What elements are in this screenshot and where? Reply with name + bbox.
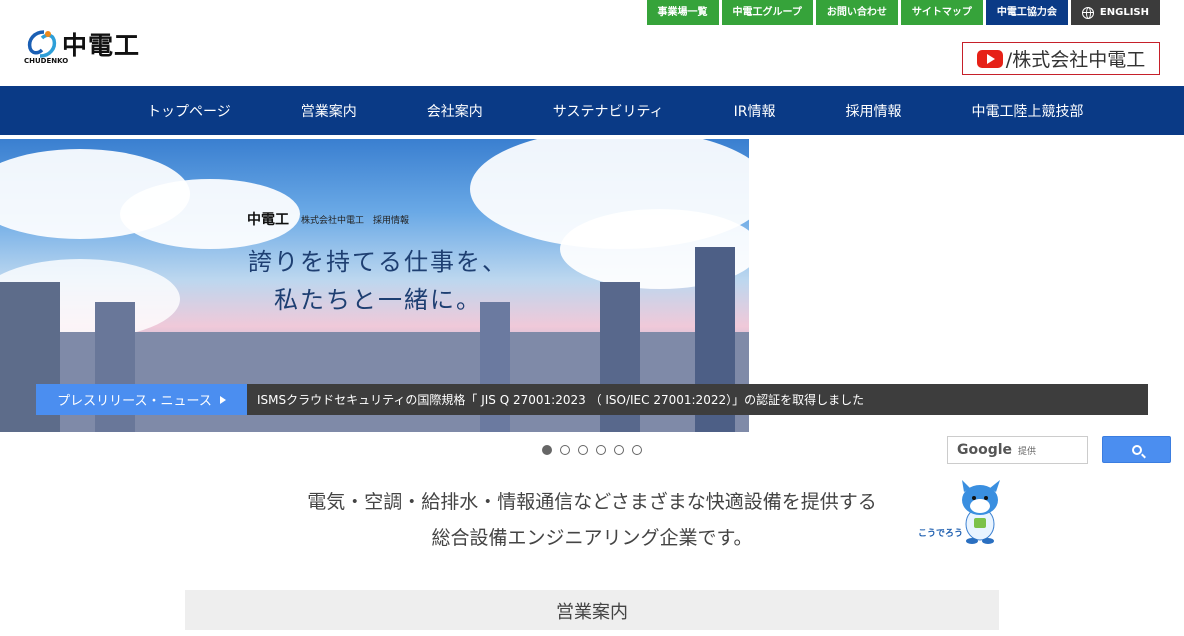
section-heading-business: 営業案内 — [185, 590, 999, 630]
chudenko-logo-icon — [27, 30, 57, 58]
global-nav: トップページ 営業案内 会社案内 サステナビリティ IR情報 採用情報 中電工陸… — [0, 86, 1184, 135]
nav-sustainability[interactable]: サステナビリティ — [518, 101, 699, 121]
slider-dot[interactable] — [614, 445, 624, 455]
nav-business[interactable]: 営業案内 — [266, 101, 392, 121]
youtube-channel-link[interactable]: /株式会社中電工 — [962, 42, 1160, 75]
link-english[interactable]: ENGLISH — [1070, 0, 1160, 25]
link-english-label: ENGLISH — [1099, 7, 1149, 18]
hero-logo: 中電工 株式会社中電工 採用情報 — [247, 209, 409, 229]
search-button[interactable] — [1102, 436, 1171, 463]
hero-brand: 中電工 — [247, 212, 289, 228]
slider-pagination — [542, 445, 642, 455]
news-ticker: プレスリリース・ニュース ISMSクラウドセキュリティの国際規格「 JIS Q … — [36, 384, 1148, 415]
slider-dot[interactable] — [632, 445, 642, 455]
news-tag-label: プレスリリース・ニュース — [57, 394, 212, 409]
site-logo[interactable]: 中電工 CHUDENKO — [24, 26, 141, 65]
youtube-label: /株式会社中電工 — [1005, 49, 1146, 71]
logo-subtext: CHUDENKO — [24, 57, 69, 65]
slider-dot[interactable] — [542, 445, 552, 455]
site-search: Google 提供 — [947, 436, 1171, 464]
news-tag-button[interactable]: プレスリリース・ニュース — [36, 384, 247, 415]
nav-company[interactable]: 会社案内 — [392, 101, 518, 121]
slider-dot[interactable] — [560, 445, 570, 455]
site-header: 中電工 CHUDENKO 事業場一覧 中電工グループ お問い合わせ サイトマップ… — [0, 0, 1184, 86]
link-offices[interactable]: 事業場一覧 — [646, 0, 719, 25]
nav-athletics[interactable]: 中電工陸上競技部 — [936, 101, 1118, 121]
globe-icon — [1081, 6, 1094, 19]
mascot-name: こうでろう — [918, 529, 964, 539]
search-input[interactable]: Google 提供 — [947, 436, 1088, 464]
mascot-image: こうでろう — [918, 478, 1008, 546]
hero-catch-line2: 私たちと一緒に。 — [274, 286, 482, 314]
hero-slider: 中電工 株式会社中電工 採用情報 誇りを持てる仕事を、 私たちと一緒に。 プレス… — [0, 139, 1184, 464]
link-cooperative[interactable]: 中電工協力会 — [985, 0, 1068, 25]
youtube-icon — [976, 49, 1003, 68]
nav-top[interactable]: トップページ — [112, 101, 266, 121]
link-group[interactable]: 中電工グループ — [721, 0, 813, 25]
news-headline-link[interactable]: ISMSクラウドセキュリティの国際規格「 JIS Q 27001:2023 （ … — [257, 391, 864, 408]
hero-brand-sub: 株式会社中電工 採用情報 — [301, 215, 410, 226]
nav-recruit[interactable]: 採用情報 — [810, 101, 936, 121]
hero-catch-line1: 誇りを持てる仕事を、 — [248, 248, 508, 276]
section-title: 営業案内 — [556, 602, 628, 623]
slider-dot[interactable] — [578, 445, 588, 455]
link-contact[interactable]: お問い合わせ — [815, 0, 898, 25]
link-sitemap[interactable]: サイトマップ — [900, 0, 983, 25]
hero-catchphrase: 誇りを持てる仕事を、 私たちと一緒に。 — [248, 243, 508, 319]
logo-text: 中電工 — [62, 31, 141, 60]
nav-ir[interactable]: IR情報 — [699, 101, 811, 121]
utility-links: 事業場一覧 中電工グループ お問い合わせ サイトマップ 中電工協力会 ENGLI… — [646, 0, 1160, 25]
slider-dot[interactable] — [596, 445, 606, 455]
arrow-right-icon — [219, 395, 226, 404]
search-icon — [1131, 444, 1142, 455]
search-provider-suffix: 提供 — [1018, 446, 1037, 457]
google-label: Google — [957, 442, 1013, 458]
